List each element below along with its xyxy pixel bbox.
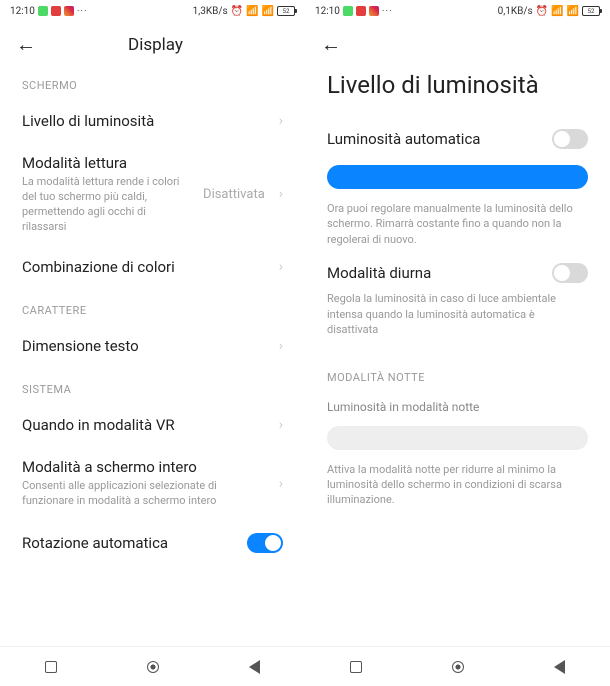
row-reading-mode[interactable]: Modalità lettura La modalità lettura ren… — [0, 142, 305, 246]
status-time: 12:10 — [315, 6, 340, 17]
nav-recents-button[interactable] — [45, 661, 57, 673]
row-subtitle: La modalità lettura rende i colori del t… — [22, 175, 193, 234]
wifi-icon: 📶 — [262, 6, 274, 17]
row-title: Modalità a schermo intero — [22, 458, 269, 476]
page-title: Display — [52, 35, 259, 55]
section-schermo: SCHERMO — [0, 63, 305, 100]
row-title: Combinazione di colori — [22, 258, 269, 276]
header: ← — [305, 22, 610, 57]
more-notifications-icon: ··· — [382, 6, 393, 17]
section-night-mode: MODALITÀ NOTTE — [305, 347, 610, 392]
chevron-right-icon: › — [279, 186, 283, 202]
nav-back-button[interactable] — [554, 660, 565, 674]
row-title: Modalità lettura — [22, 154, 193, 172]
navigation-bar — [0, 646, 305, 686]
row-title: Modalità diurna — [327, 264, 542, 282]
chevron-right-icon: › — [279, 338, 283, 354]
net-speed: 0,1KB/s — [498, 6, 533, 17]
nav-home-button[interactable] — [147, 661, 159, 673]
battery-icon: 52 — [582, 6, 600, 16]
section-carattere: CARATTERE — [0, 288, 305, 325]
row-title: Rotazione automatica — [22, 534, 237, 552]
nav-home-button[interactable] — [452, 661, 464, 673]
night-slider-label: Luminosità in modalità notte — [305, 395, 610, 421]
section-sistema: SISTEMA — [0, 367, 305, 404]
row-title: Quando in modalità VR — [22, 416, 269, 434]
chevron-right-icon: › — [279, 476, 283, 492]
night-brightness-slider[interactable] — [327, 426, 588, 450]
row-brightness-level[interactable]: Livello di luminosità › — [0, 100, 305, 142]
chevron-right-icon: › — [279, 113, 283, 129]
row-day-mode: Modalità diurna — [305, 257, 610, 289]
instagram-icon — [369, 6, 379, 16]
row-title: Luminosità automatica — [327, 130, 542, 148]
screen-brightness-level: 12:10 ··· 0,1KB/s ⏰ 📶 📶 52 ← Livello di … — [305, 0, 610, 686]
toggle-day-mode[interactable] — [552, 263, 588, 283]
more-notifications-icon: ··· — [77, 6, 88, 17]
signal-icon: 📶 — [246, 6, 258, 17]
signal-icon: 📶 — [551, 6, 563, 17]
header: ← Display — [0, 22, 305, 63]
back-button[interactable]: ← — [16, 32, 36, 57]
toggle-auto-rotate[interactable] — [247, 533, 283, 553]
toggle-auto-brightness[interactable] — [552, 129, 588, 149]
gmail-icon — [356, 6, 366, 16]
nav-recents-button[interactable] — [350, 661, 362, 673]
status-bar: 12:10 ··· 0,1KB/s ⏰ 📶 📶 52 — [305, 0, 610, 22]
row-value: Disattivata — [203, 187, 265, 202]
day-mode-note: Regola la luminosità in caso di luce amb… — [305, 289, 610, 347]
row-color-scheme[interactable]: Combinazione di colori › — [0, 246, 305, 288]
row-text-size[interactable]: Dimensione testo › — [0, 325, 305, 367]
page-title: Livello di luminosità — [305, 57, 610, 117]
row-fullscreen-mode[interactable]: Modalità a schermo intero Consenti alle … — [0, 446, 305, 521]
manual-brightness-note: Ora puoi regolare manualmente la luminos… — [305, 199, 610, 257]
settings-list: SCHERMO Livello di luminosità › Modalità… — [0, 63, 305, 646]
chevron-right-icon: › — [279, 259, 283, 275]
whatsapp-icon — [38, 6, 48, 16]
battery-icon: 52 — [277, 6, 295, 16]
alarm-icon: ⏰ — [536, 6, 548, 17]
brightness-slider[interactable] — [327, 165, 588, 189]
navigation-bar — [305, 646, 610, 686]
row-title: Dimensione testo — [22, 337, 269, 355]
wifi-icon: 📶 — [567, 6, 579, 17]
row-auto-rotate[interactable]: Rotazione automatica — [0, 521, 305, 565]
alarm-icon: ⏰ — [231, 6, 243, 17]
status-bar: 12:10 ··· 1,3KB/s ⏰ 📶 📶 52 — [0, 0, 305, 22]
whatsapp-icon — [343, 6, 353, 16]
brightness-content: Luminosità automatica Ora puoi regolare … — [305, 117, 610, 646]
row-title: Livello di luminosità — [22, 112, 269, 130]
row-auto-brightness: Luminosità automatica — [305, 117, 610, 161]
screen-display-settings: 12:10 ··· 1,3KB/s ⏰ 📶 📶 52 ← Display SCH… — [0, 0, 305, 686]
status-time: 12:10 — [10, 6, 35, 17]
net-speed: 1,3KB/s — [193, 6, 228, 17]
chevron-right-icon: › — [279, 417, 283, 433]
back-button[interactable]: ← — [321, 32, 341, 57]
gmail-icon — [51, 6, 61, 16]
nav-back-button[interactable] — [249, 660, 260, 674]
row-vr-mode[interactable]: Quando in modalità VR › — [0, 404, 305, 446]
instagram-icon — [64, 6, 74, 16]
night-mode-note: Attiva la modalità notte per ridurre al … — [305, 460, 610, 518]
row-subtitle: Consenti alle applicazioni selezionate d… — [22, 479, 269, 509]
